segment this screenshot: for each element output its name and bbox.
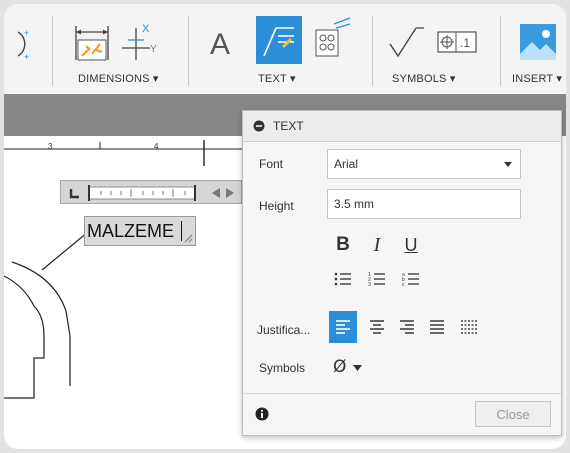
height-input-value: 3.5 mm	[334, 197, 375, 211]
dialog-header[interactable]: TEXT	[243, 111, 561, 142]
insert-group-label[interactable]: INSERT ▾	[512, 72, 562, 85]
svg-text:+: +	[24, 28, 29, 38]
dialog-title: TEXT	[273, 119, 304, 133]
align-center-icon	[370, 320, 384, 334]
dimensions-group-label[interactable]: DIMENSIONS ▾	[78, 72, 159, 85]
text-a-icon[interactable]: A	[208, 26, 238, 60]
bullet-list-icon	[334, 272, 351, 286]
underline-icon: U	[404, 234, 418, 255]
svg-text:3: 3	[368, 282, 371, 287]
toolbar-separator	[52, 16, 53, 86]
ruler-tick-label: 4	[154, 142, 159, 151]
toolbar-separator	[372, 16, 373, 86]
numbered-list-button[interactable]: 123	[363, 265, 391, 293]
align-right-button[interactable]	[393, 313, 421, 341]
toolbar-separator	[188, 16, 189, 86]
tab-stop-icon[interactable]	[65, 183, 85, 203]
font-select[interactable]: Arial	[327, 149, 521, 179]
ribbon-toolbar: + + X Y DIMENSIONS ▾ A TEXT ▾ .1 SYMBOLS…	[4, 4, 566, 95]
align-left-icon	[336, 320, 350, 334]
font-select-value: Arial	[334, 157, 359, 171]
symbols-label: Symbols	[259, 361, 306, 375]
underline-button[interactable]: U	[397, 231, 425, 259]
distribute-button[interactable]	[455, 313, 483, 341]
svg-text:A: A	[210, 28, 230, 60]
bullet-list-button[interactable]	[329, 265, 357, 293]
text-ruler-scale	[88, 185, 196, 201]
svg-text:X: X	[142, 23, 150, 35]
ordinate-dimension-icon[interactable]: X Y	[118, 20, 158, 64]
app-window: + + X Y DIMENSIONS ▾ A TEXT ▾ .1 SYMBOLS…	[4, 4, 566, 449]
symbol-value: Ø	[333, 357, 347, 377]
svg-text:+: +	[24, 52, 29, 62]
height-label: Height	[259, 199, 294, 213]
font-label: Font	[259, 157, 284, 171]
linear-dimension-icon[interactable]	[72, 22, 112, 64]
lettered-list-button[interactable]: abc	[397, 265, 425, 293]
bold-button[interactable]: B	[329, 231, 357, 259]
italic-button[interactable]: I	[363, 231, 391, 259]
text-dialog: TEXT Font Arial Height 3.5 mm B I U 1 2 …	[242, 110, 562, 436]
symbols-group-label[interactable]: SYMBOLS ▾	[392, 72, 456, 85]
align-center-button[interactable]	[363, 313, 391, 341]
text-ruler-bar[interactable]	[60, 180, 242, 204]
align-left-button[interactable]	[329, 311, 357, 343]
justification-label: Justifica...	[257, 323, 311, 337]
lettered-list-icon: abc	[402, 272, 419, 287]
leader-text-icon[interactable]	[256, 16, 302, 64]
text-edit-box[interactable]: MALZEME	[84, 216, 196, 246]
distribute-icon	[461, 320, 477, 334]
text-group-label[interactable]: TEXT ▾	[258, 72, 296, 85]
text-cursor	[181, 221, 182, 241]
insert-image-icon[interactable]	[518, 22, 558, 62]
italic-icon: I	[373, 233, 381, 256]
svg-text:.1: .1	[460, 36, 470, 50]
height-input[interactable]: 3.5 mm	[327, 189, 521, 219]
dialog-footer	[243, 393, 561, 394]
toolbar-separator	[500, 16, 501, 86]
svg-text:Y: Y	[150, 44, 157, 55]
close-button[interactable]: Close	[475, 401, 551, 427]
chevron-down-icon	[504, 162, 512, 167]
info-icon[interactable]	[255, 407, 269, 421]
table-text-icon[interactable]	[312, 16, 352, 62]
symbols-dropdown[interactable]: Ø	[333, 355, 373, 379]
width-resize-arrows-icon[interactable]	[209, 183, 237, 203]
ruler-tick-label: 3	[48, 142, 53, 151]
chevron-down-icon	[353, 365, 362, 371]
numbered-list-icon: 123	[368, 272, 385, 287]
justify-icon	[430, 320, 444, 334]
feature-control-frame-icon[interactable]: .1	[436, 28, 480, 56]
bold-icon: B	[336, 234, 350, 255]
justify-button[interactable]	[423, 313, 451, 341]
text-edit-value[interactable]: MALZEME	[87, 221, 174, 242]
arc-tool-icon[interactable]: + +	[4, 26, 44, 62]
resize-grip-icon[interactable]	[183, 233, 193, 243]
collapse-icon[interactable]	[253, 120, 265, 132]
surface-texture-icon[interactable]	[386, 24, 426, 60]
align-right-icon	[400, 320, 414, 334]
